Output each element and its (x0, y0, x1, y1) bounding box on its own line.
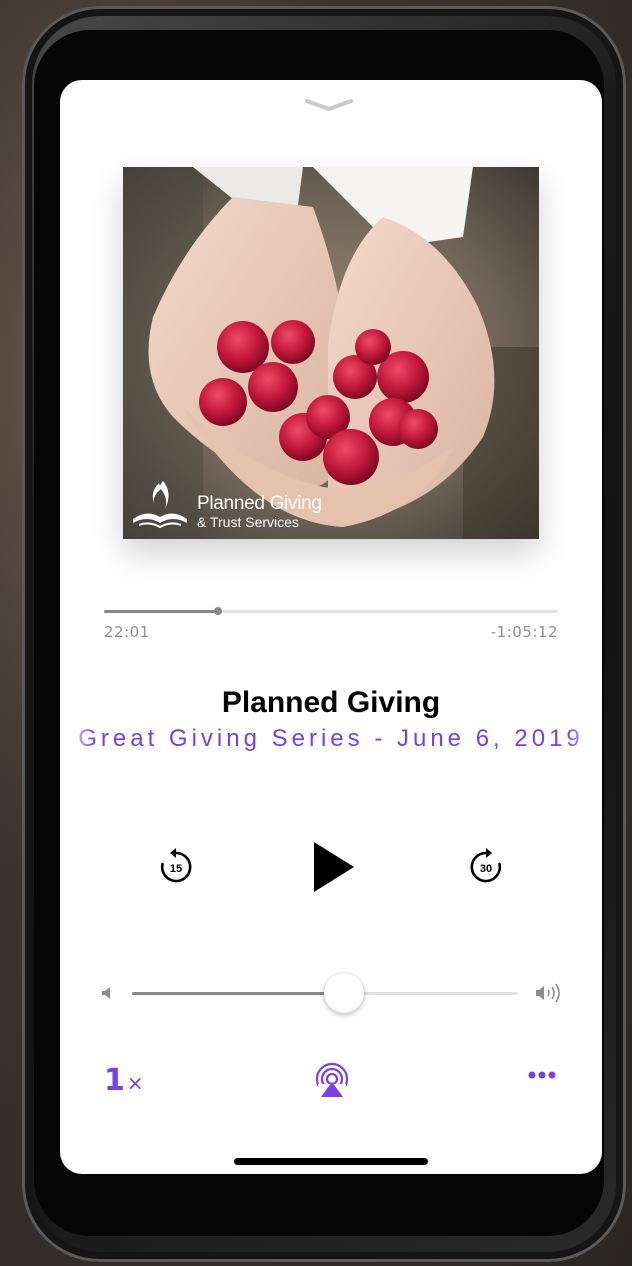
speed-unit: × (126, 1071, 144, 1095)
home-indicator[interactable] (234, 1158, 428, 1165)
now-playing-sheet: Planned Giving & Trust Services 22:01 -1… (60, 80, 602, 1174)
playback-speed-button[interactable]: 1 × (104, 1063, 144, 1098)
subtitle-fade-left (60, 722, 96, 758)
artwork-logo-text: Planned Giving & Trust Services (197, 493, 322, 530)
volume-fill (132, 992, 345, 995)
artwork-logo-subtitle: & Trust Services (197, 514, 299, 530)
chevron-down-icon[interactable] (304, 98, 354, 112)
logo-icon (133, 481, 187, 529)
skip-back-seconds: 15 (170, 863, 182, 875)
volume-knob[interactable] (324, 973, 365, 1013)
subtitle-fade-right (566, 722, 602, 758)
skip-back-15-icon[interactable]: 15 (156, 847, 196, 887)
volume-low-icon (102, 987, 110, 999)
play-icon[interactable] (312, 840, 356, 894)
airplay-icon[interactable] (312, 1060, 352, 1100)
skip-forward-30-icon[interactable]: 30 (466, 847, 506, 887)
remaining-time: -1:05:12 (490, 623, 558, 641)
album-artwork: Planned Giving & Trust Services (123, 167, 539, 539)
skip-forward-seconds: 30 (480, 863, 492, 875)
scrubber-knob[interactable] (213, 607, 222, 615)
volume-slider[interactable] (132, 973, 518, 1013)
playback-scrubber[interactable] (104, 607, 558, 615)
speed-value: 1 (104, 1063, 125, 1098)
elapsed-time: 22:01 (104, 623, 150, 641)
track-subtitle: Great Giving Series - June 6, 2019 (78, 725, 584, 752)
more-icon[interactable] (527, 1069, 557, 1081)
artwork-logo-title: Planned Giving (197, 493, 322, 514)
track-title: Planned Giving (221, 686, 441, 719)
scrubber-fill (104, 610, 218, 613)
volume-high-icon (536, 983, 560, 1003)
